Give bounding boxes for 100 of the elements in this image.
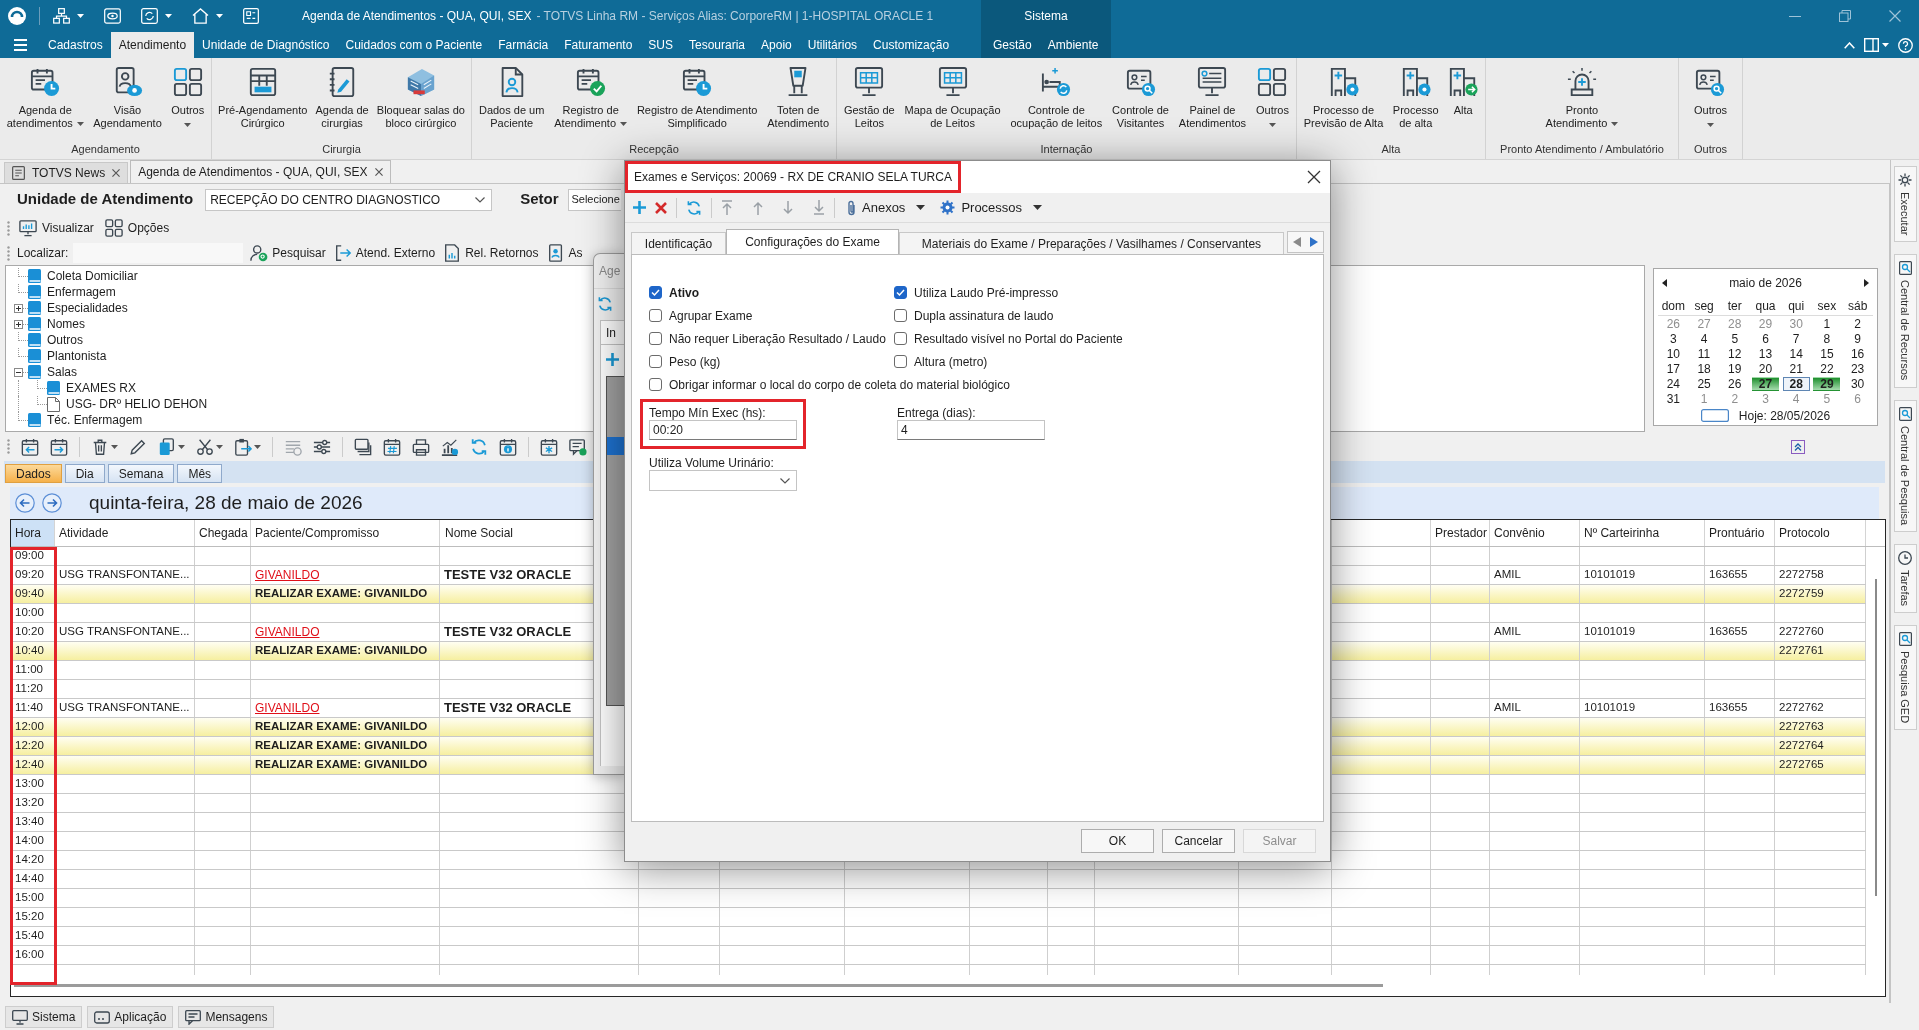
stack-icon[interactable] (354, 437, 372, 456)
caret-icon[interactable] (916, 205, 926, 210)
ribbon-button[interactable]: Mapa de Ocupação de Leitos (901, 65, 1004, 130)
caret-icon[interactable] (184, 123, 192, 127)
tree-item[interactable]: USG- DRº HELIO DEHON (65, 395, 209, 413)
close-icon[interactable] (1307, 170, 1321, 184)
plus-box-icon[interactable] (14, 319, 23, 329)
ribbon-button[interactable]: Outros (1252, 65, 1292, 127)
plus-box-icon[interactable] (14, 303, 23, 313)
calendar-day[interactable]: 17 (1659, 361, 1687, 376)
dialog-tab[interactable]: Identificação (631, 232, 726, 254)
menu-tab[interactable]: Gestão (985, 32, 1040, 58)
ribbon-button[interactable]: Painel de Atendimentos (1175, 65, 1250, 130)
toolbar-button[interactable]: As (545, 242, 584, 264)
search-document-icon[interactable] (1898, 261, 1912, 276)
calendar-day[interactable]: 28 (1782, 376, 1810, 391)
window-icon[interactable] (94, 1010, 111, 1024)
message-icon[interactable] (185, 1009, 202, 1025)
tab[interactable]: In (600, 320, 624, 344)
triangle-right-icon[interactable] (1864, 279, 1869, 287)
calendar-day[interactable]: 23 (1844, 361, 1872, 376)
menu-tab[interactable]: Faturamento (556, 32, 641, 58)
calendar-day[interactable]: 9 (1844, 331, 1872, 346)
column-header[interactable]: Nome Social (444, 524, 515, 542)
search-document-icon[interactable] (1898, 406, 1912, 421)
calendar-day[interactable]: 21 (1782, 361, 1810, 376)
calendar-day[interactable]: 10 (1659, 346, 1687, 361)
ribbon-button[interactable]: Outros (168, 65, 208, 127)
side-tab[interactable]: Executar (1893, 166, 1917, 243)
caret-icon[interactable] (254, 444, 261, 449)
caret-icon[interactable] (165, 14, 172, 18)
ribbon-button[interactable]: Processo de alta (1389, 65, 1442, 130)
menu-icon[interactable] (13, 39, 27, 51)
calendar-hash-icon[interactable] (383, 437, 401, 456)
text-field[interactable]: 00:20 (649, 420, 797, 440)
calendar-info-icon[interactable] (499, 437, 517, 456)
today-label[interactable]: Hoje: 28/05/2026 (1738, 406, 1831, 425)
grip-icon[interactable] (7, 439, 10, 454)
minimize-icon[interactable] (1789, 15, 1801, 17)
calendar-day[interactable]: 24 (1659, 376, 1687, 391)
ribbon-button[interactable]: Controle de ocupação de leitos (1007, 65, 1106, 130)
tree-item[interactable]: Coleta Domiciliar (46, 267, 139, 285)
calendar-asterisk-icon[interactable] (540, 437, 558, 456)
calendar-day[interactable]: 6 (1752, 331, 1779, 346)
ribbon-button[interactable]: Agenda de cirurgias (312, 65, 372, 130)
calendar-day[interactable]: 14 (1782, 346, 1810, 361)
ribbon-button[interactable]: Bloquear salas do bloco cirúrgico (373, 65, 468, 130)
calendar-day[interactable]: 20 (1752, 361, 1779, 376)
menu-tab[interactable]: Farmácia (490, 32, 557, 58)
caret-icon[interactable] (620, 122, 628, 127)
toolbar-button[interactable]: Pesquisar (249, 242, 327, 264)
calendar-day[interactable]: 13 (1752, 346, 1779, 361)
checkbox[interactable] (649, 286, 662, 299)
ribbon-button[interactable]: Visão Agendamento (90, 65, 165, 130)
pencil-icon[interactable] (129, 437, 147, 456)
status-tab[interactable]: Mensagens (178, 1006, 275, 1028)
sliders-icon[interactable] (313, 437, 331, 456)
view-tab[interactable]: Semana (107, 464, 175, 483)
ribbon-button[interactable]: Processo de Previsão de Alta (1300, 65, 1387, 130)
patient-link[interactable]: GIVANILDO (255, 566, 320, 584)
menu-tab[interactable]: Ambiente (1039, 32, 1107, 58)
triangle-left-icon[interactable] (1662, 279, 1667, 287)
calendar-day[interactable]: 30 (1844, 376, 1872, 391)
select-field[interactable] (649, 470, 797, 491)
eye-icon[interactable] (104, 8, 121, 24)
horizontal-scrollbar[interactable] (14, 984, 1383, 987)
double-chevron-up-icon[interactable] (1791, 439, 1805, 454)
ribbon-button[interactable]: Registro de Atendimento (551, 65, 631, 130)
patient-link[interactable]: GIVANILDO (255, 699, 320, 717)
ribbon-button[interactable]: Dados de um Paciente (475, 65, 548, 130)
caret-icon[interactable] (1268, 123, 1276, 127)
menu-tab[interactable]: Apoio (753, 32, 800, 58)
vertical-scrollbar[interactable] (1874, 579, 1877, 896)
calendar-day[interactable]: 4 (1690, 331, 1718, 346)
caret-icon[interactable] (77, 14, 84, 18)
calendar-day[interactable]: 12 (1721, 346, 1749, 361)
restore-icon[interactable] (1839, 10, 1851, 22)
refresh-icon[interactable] (470, 437, 488, 456)
chevron-up-icon[interactable] (1844, 41, 1855, 49)
bar-chart-icon[interactable] (441, 437, 459, 456)
calendar-arrow-right-icon[interactable] (50, 437, 68, 456)
menu-tab[interactable]: Utilitários (799, 32, 866, 58)
select-field[interactable]: Selecione (568, 188, 622, 211)
checkbox[interactable] (649, 332, 662, 345)
caret-icon[interactable] (1707, 123, 1714, 127)
dropdown-button[interactable]: Processos (937, 195, 1046, 220)
menu-tab[interactable]: Unidade de Diagnóstico (194, 32, 338, 58)
calendar-day[interactable]: 7 (1782, 331, 1810, 346)
refresh-icon[interactable] (597, 295, 613, 312)
chevron-down-icon[interactable] (475, 196, 486, 203)
search-document-icon[interactable] (1898, 631, 1912, 646)
calendar-day[interactable]: 18 (1690, 361, 1718, 376)
ribbon-button[interactable]: Pronto Atendimento (1542, 65, 1622, 130)
text-field[interactable]: 4 (897, 420, 1045, 440)
printer-icon[interactable] (412, 437, 430, 456)
dialog-button[interactable]: Cancelar (1162, 829, 1235, 853)
side-tab[interactable]: Central de Pesquisa (1893, 399, 1917, 532)
tree-item[interactable]: Téc. Enfermagem (46, 411, 144, 429)
chevron-down-icon[interactable] (780, 477, 790, 484)
paste-icon[interactable] (234, 437, 252, 456)
